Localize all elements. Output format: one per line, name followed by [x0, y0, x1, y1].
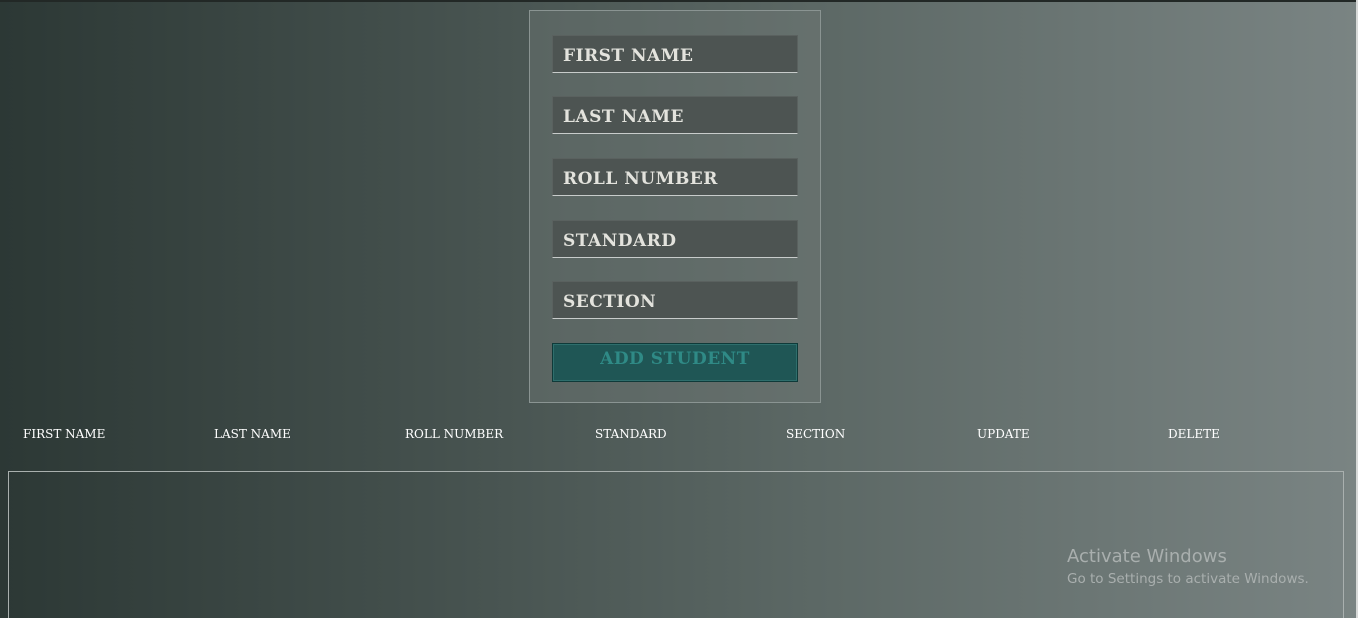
column-header-roll-number: ROLL NUMBER [405, 427, 504, 441]
first-name-input[interactable] [552, 35, 798, 73]
watermark-subtitle: Go to Settings to activate Windows. [1067, 571, 1309, 587]
column-header-update: UPDATE [977, 427, 1030, 441]
column-header-standard: STANDARD [595, 427, 667, 441]
column-header-delete: DELETE [1168, 427, 1220, 441]
roll-number-input[interactable] [552, 158, 798, 196]
column-header-last-name: LAST NAME [214, 427, 291, 441]
activate-windows-watermark: Activate Windows Go to Settings to activ… [1067, 546, 1309, 589]
window-top-border [0, 0, 1358, 2]
watermark-title: Activate Windows [1067, 546, 1227, 567]
last-name-input[interactable] [552, 96, 798, 134]
student-table-header: FIRST NAME LAST NAME ROLL NUMBER STANDAR… [0, 427, 1358, 443]
add-student-form: ADD STUDENT [529, 10, 821, 403]
column-header-section: SECTION [786, 427, 846, 441]
section-input[interactable] [552, 281, 798, 319]
add-student-button[interactable]: ADD STUDENT [552, 343, 798, 382]
student-table-body [8, 471, 1344, 618]
column-header-first-name: FIRST NAME [23, 427, 106, 441]
standard-input[interactable] [552, 220, 798, 258]
